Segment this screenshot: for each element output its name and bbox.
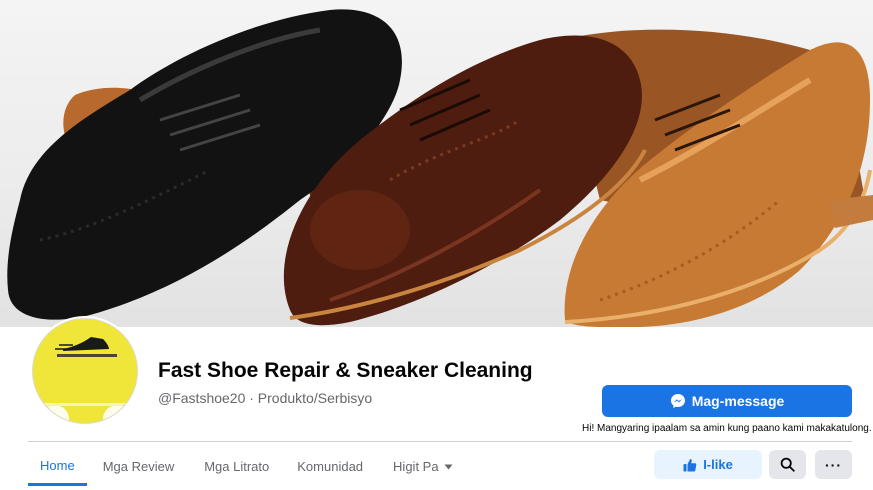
tab-community[interactable]: Komunidad — [283, 447, 377, 486]
message-hint: Hi! Mangyaring ipaalam sa amin kung paan… — [582, 423, 872, 434]
caret-down-icon — [444, 464, 453, 470]
cover-shoes-illustration — [7, 9, 873, 327]
page-tabs: Home Mga Review Mga Litrato Komunidad Hi… — [28, 447, 465, 489]
like-button-label: I-like — [703, 457, 733, 472]
profile-avatar[interactable] — [32, 318, 138, 424]
tab-photos[interactable]: Mga Litrato — [190, 447, 283, 486]
more-icon: ··· — [825, 456, 842, 473]
search-button[interactable] — [769, 450, 806, 479]
like-button[interactable]: I-like — [654, 450, 762, 479]
cover-photo[interactable] — [0, 0, 873, 327]
profile-avatar-frame[interactable] — [30, 316, 140, 426]
tab-home-label: Home — [40, 457, 75, 473]
message-button[interactable]: Mag-message — [602, 385, 852, 417]
tab-reviews-label: Mga Review — [102, 459, 175, 474]
tab-community-label: Komunidad — [297, 459, 364, 474]
search-icon — [780, 457, 795, 472]
message-button-label: Mag-message — [691, 393, 785, 409]
tab-reviews[interactable]: Mga Review — [87, 447, 191, 486]
page-title[interactable]: Fast Shoe Repair & Sneaker Cleaning — [158, 359, 533, 383]
page-subtitle: @Fastshoe20 · Produkto/Serbisyo — [158, 390, 373, 406]
tab-home[interactable]: Home — [28, 447, 87, 486]
thumbs-up-icon — [683, 458, 697, 472]
header-divider — [28, 441, 852, 442]
more-options-button[interactable]: ··· — [815, 450, 852, 479]
avatar-logo — [33, 319, 137, 423]
tab-photos-label: Mga Litrato — [204, 459, 270, 474]
tab-more[interactable]: Higit Pa — [377, 447, 465, 486]
tab-more-label: Higit Pa — [393, 459, 439, 474]
messenger-icon — [670, 393, 686, 409]
